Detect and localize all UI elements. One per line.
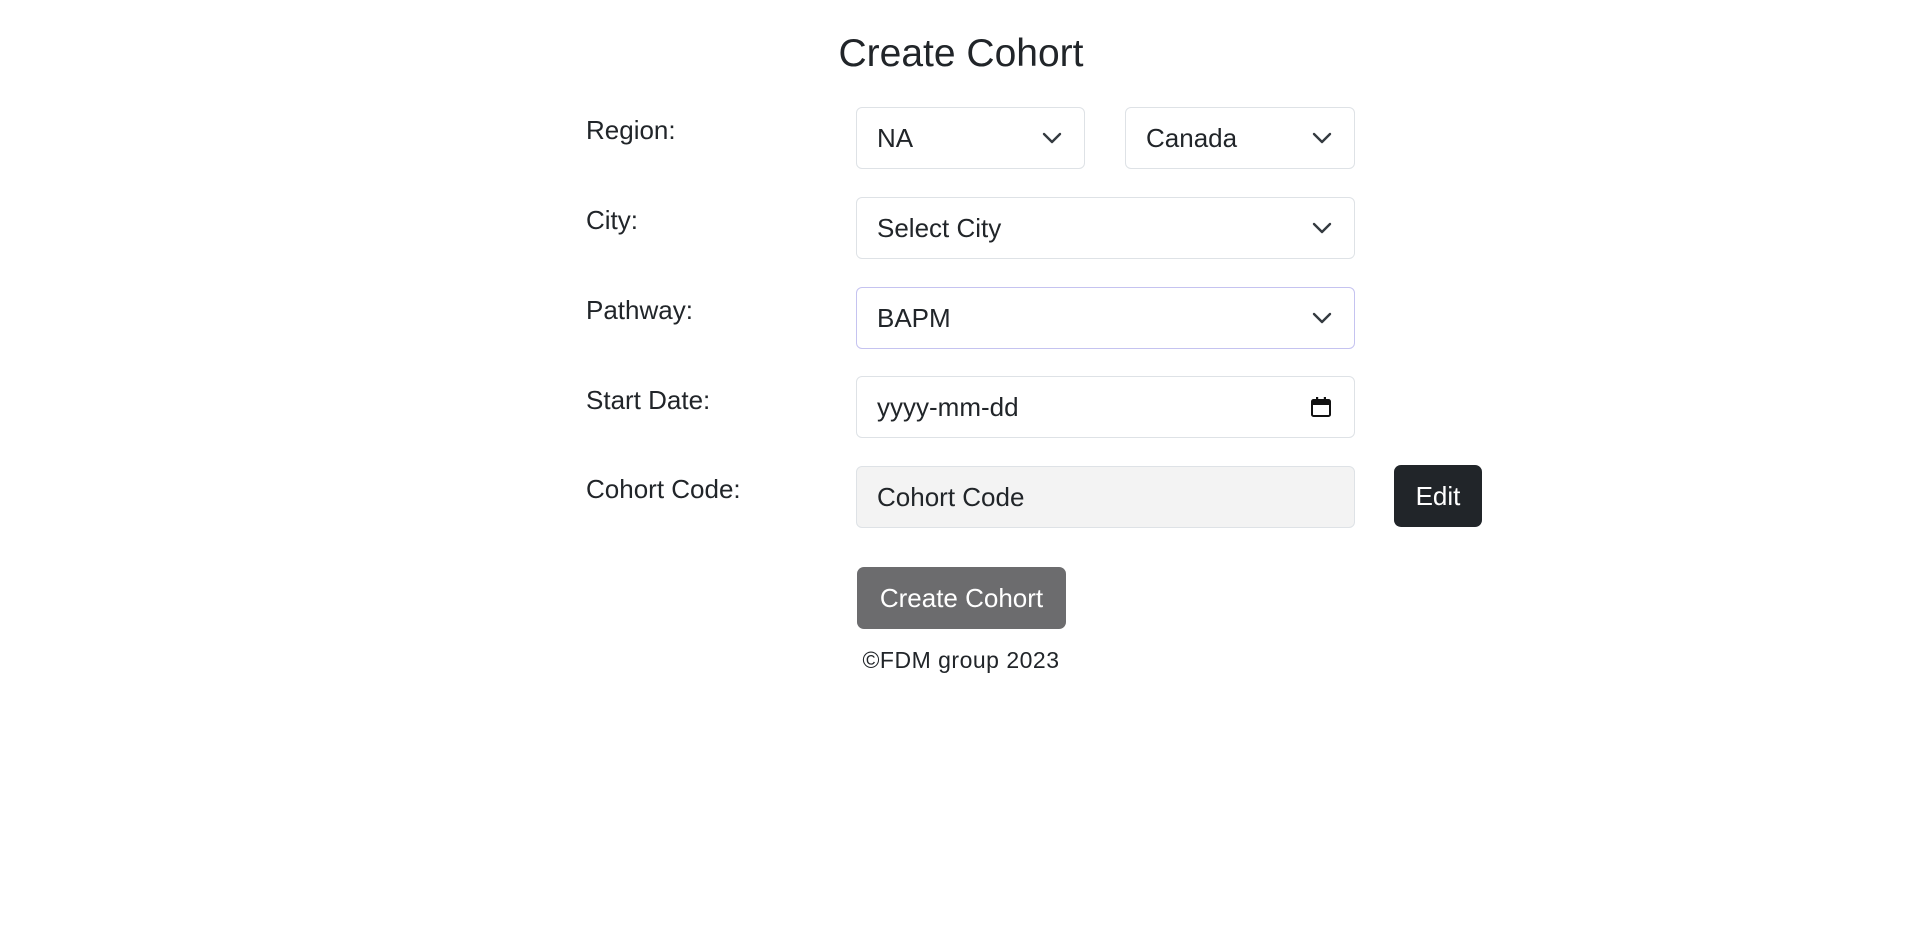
pathway-select-value: BAPM	[877, 302, 951, 333]
region-label: Region:	[586, 115, 676, 145]
city-select[interactable]: Select City	[856, 197, 1355, 259]
pathway-label: Pathway:	[586, 295, 693, 325]
city-select-value: Select City	[877, 212, 1002, 243]
page-title: Create Cohort	[838, 32, 1084, 75]
chevron-down-icon	[1312, 312, 1332, 324]
create-cohort-page: Create Cohort Region: NA Canada City: Se…	[0, 0, 1922, 930]
calendar-icon[interactable]	[1310, 396, 1332, 418]
chevron-down-icon	[1312, 132, 1332, 144]
edit-button[interactable]: Edit	[1394, 465, 1482, 527]
region-select[interactable]: NA	[856, 107, 1085, 169]
start-date-input[interactable]: yyyy-mm-dd	[856, 376, 1355, 438]
start-date-placeholder: yyyy-mm-dd	[877, 391, 1019, 422]
start-date-label: Start Date:	[586, 385, 711, 415]
create-cohort-button[interactable]: Create Cohort	[857, 567, 1066, 629]
pathway-select[interactable]: BAPM	[856, 287, 1355, 349]
city-label: City:	[586, 205, 638, 235]
country-select[interactable]: Canada	[1125, 107, 1355, 169]
region-select-value: NA	[877, 122, 914, 153]
country-select-value: Canada	[1146, 122, 1238, 153]
footer-copyright: ©FDM group 2023	[862, 647, 1060, 673]
chevron-down-icon	[1312, 222, 1332, 234]
chevron-down-icon	[1042, 132, 1062, 144]
cohort-code-label: Cohort Code:	[586, 474, 741, 504]
cohort-code-input[interactable]: Cohort Code	[856, 466, 1355, 528]
cohort-code-placeholder: Cohort Code	[877, 481, 1025, 512]
